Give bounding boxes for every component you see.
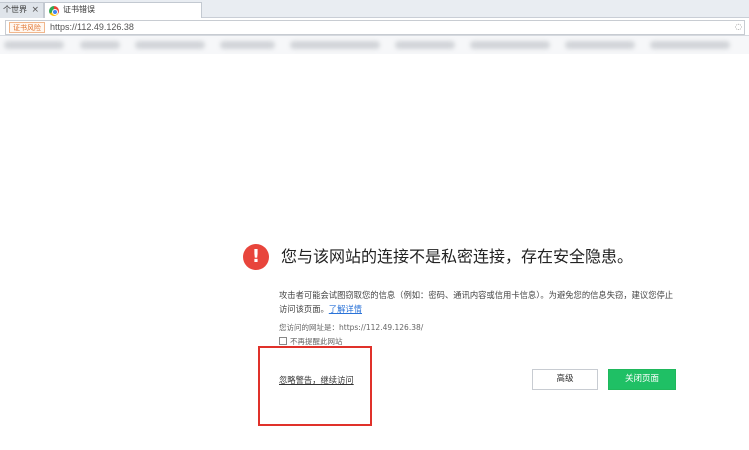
blurred-bookmark (135, 41, 205, 49)
tab-label: 证书错误 (63, 5, 95, 14)
blurred-bookmark (470, 41, 550, 49)
advanced-button[interactable]: 高级 (532, 369, 598, 390)
blurred-bookmark (4, 41, 64, 49)
url-text[interactable]: https://112.49.126.38 (50, 21, 134, 34)
address-bar[interactable]: 证书风险 https://112.49.126.38 ◌ (5, 20, 745, 35)
circle-icon[interactable]: ◌ (735, 22, 742, 31)
toolbar: 证书风险 https://112.49.126.38 ◌ (0, 18, 749, 36)
tab-label: 个世界 (3, 5, 27, 14)
browser-favicon-icon (49, 6, 59, 16)
highlight-box (258, 346, 372, 426)
bookmarks-bar (0, 36, 749, 54)
blurred-bookmark (650, 41, 730, 49)
blurred-bookmark (565, 41, 635, 49)
warning-icon: ! (243, 244, 269, 270)
blurred-bookmark (80, 41, 120, 49)
cert-risk-badge[interactable]: 证书风险 (9, 22, 45, 33)
blurred-bookmark (395, 41, 455, 49)
remember-label: 不再提醒此网站 (290, 337, 343, 346)
tab-cert-error[interactable]: 证书错误 (44, 2, 202, 18)
tab-strip: 个世界 × 证书错误 (0, 0, 749, 18)
tab-previous[interactable]: 个世界 × (0, 2, 44, 18)
close-page-button[interactable]: 关闭页面 (608, 369, 676, 390)
error-description: 攻击者可能会试图窃取您的信息（例如：密码、通讯内容或信用卡信息）。为避免您的信息… (279, 288, 679, 316)
blurred-bookmark (290, 41, 380, 49)
visited-url: 您访问的网址是：https://112.49.126.38/ (279, 323, 424, 332)
learn-more-link[interactable]: 了解详情 (329, 304, 362, 314)
error-title: 您与该网站的连接不是私密连接，存在安全隐患。 (281, 247, 634, 266)
blurred-bookmark (220, 41, 275, 49)
remember-checkbox[interactable] (279, 337, 287, 345)
tab-close-icon[interactable]: × (31, 3, 39, 17)
